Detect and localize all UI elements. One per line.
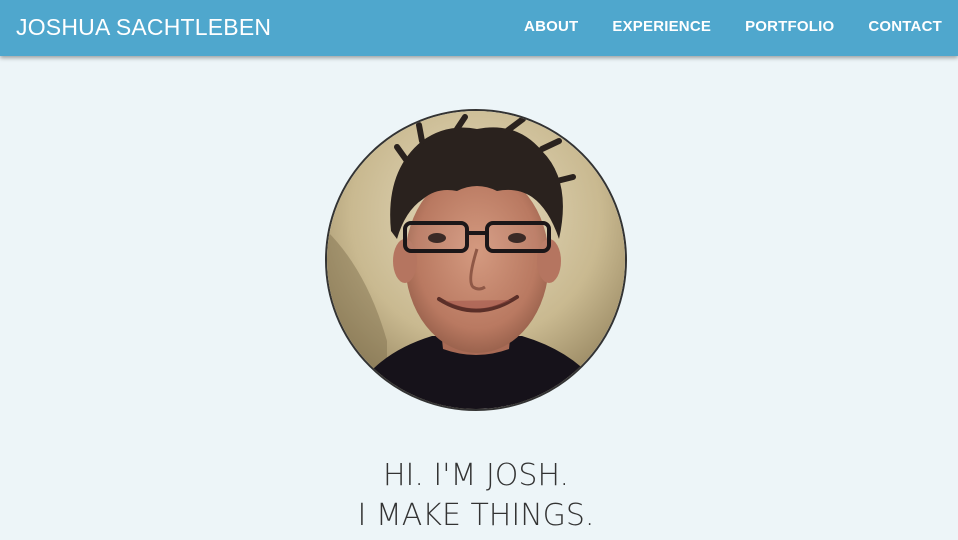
- nav-link-about[interactable]: ABOUT: [524, 18, 578, 36]
- profile-avatar: [325, 109, 627, 411]
- nav-link-experience[interactable]: EXPERIENCE: [612, 18, 711, 36]
- nav-link-contact[interactable]: CONTACT: [868, 18, 942, 36]
- hero-tagline: HI. I'M JOSH. I MAKE THINGS.: [0, 456, 952, 536]
- nav-link-portfolio[interactable]: PORTFOLIO: [745, 18, 834, 36]
- nav-links: ABOUT EXPERIENCE PORTFOLIO CONTACT: [524, 18, 942, 36]
- hero-line-1: HI. I'M JOSH.: [382, 458, 570, 493]
- top-navbar: JOSHUA SACHTLEBEN ABOUT EXPERIENCE PORTF…: [0, 0, 958, 56]
- site-brand[interactable]: JOSHUA SACHTLEBEN: [16, 13, 271, 41]
- hero-line-2: I MAKE THINGS.: [357, 498, 595, 533]
- profile-photo: [327, 111, 625, 409]
